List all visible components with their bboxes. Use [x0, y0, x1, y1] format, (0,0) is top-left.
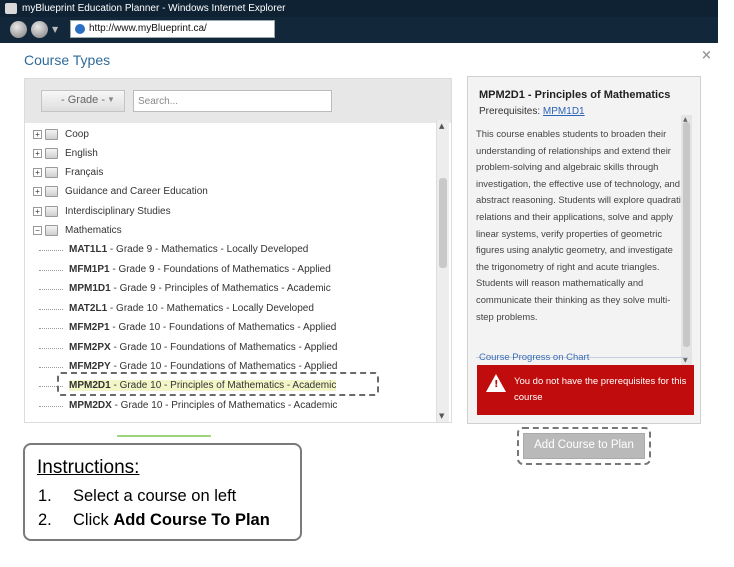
- instructions-title: Instructions:: [37, 457, 140, 478]
- address-bar: ▼ http://www.myBlueprint.ca/: [0, 17, 718, 43]
- instructions-callout: Instructions: 1. Select a course on left …: [23, 443, 302, 541]
- course-code: MPM2DX: [69, 400, 112, 411]
- course-code: MFM2PX: [69, 342, 111, 353]
- step-emphasis: Add Course To Plan: [113, 511, 270, 529]
- course-description: This course enables students to broaden …: [476, 128, 686, 322]
- course-tree: + Coop + English + Français + Guidance a…: [25, 123, 437, 423]
- url-field[interactable]: http://www.myBlueprint.ca/: [70, 20, 275, 38]
- course-code: MFM1P1: [69, 264, 110, 275]
- course-desc: - Grade 9 - Foundations of Mathematics -…: [109, 264, 331, 275]
- folder-icon: [45, 148, 58, 159]
- forward-icon[interactable]: [31, 21, 48, 38]
- course-code: MPM1D1: [69, 283, 111, 294]
- course-code: MFM2PY: [69, 361, 111, 372]
- close-icon[interactable]: ×: [701, 48, 712, 63]
- prerequisite-link[interactable]: MPM1D1: [543, 106, 585, 117]
- folder-icon: [45, 167, 58, 178]
- course-desc: - Grade 10 - Foundations of Mathematics …: [110, 342, 338, 353]
- expand-icon[interactable]: +: [33, 168, 42, 177]
- expand-icon[interactable]: +: [33, 207, 42, 216]
- open-folder-icon: [45, 225, 58, 236]
- course-code: MAT2L1: [69, 303, 108, 314]
- ie-icon: [75, 24, 85, 34]
- chevron-down-icon[interactable]: ▼: [52, 25, 58, 34]
- add-button-highlight-frame: Add Course to Plan: [517, 427, 651, 465]
- page-title: Course Types: [24, 52, 111, 68]
- green-accent-line: [117, 435, 211, 437]
- alert-message: You do not have the prerequisites for th…: [514, 376, 687, 403]
- expand-icon[interactable]: +: [33, 130, 42, 139]
- folder-icon: [45, 129, 58, 140]
- scroll-down-icon[interactable]: ▼: [683, 357, 688, 364]
- prerequisites-label: Prerequisites:: [479, 106, 543, 117]
- scroll-thumb[interactable]: [683, 122, 690, 347]
- course-desc: - Grade 10 - Foundations of Mathematics …: [109, 322, 337, 333]
- back-icon[interactable]: [10, 21, 27, 38]
- grade-dropdown-label: - Grade -: [61, 94, 106, 106]
- tree-category-label: Guidance and Career Education: [65, 186, 208, 197]
- scroll-down-icon[interactable]: ▼: [439, 412, 444, 420]
- prerequisite-alert: ! You do not have the prerequisites for …: [477, 365, 694, 415]
- course-code: MFM2P1: [69, 322, 110, 333]
- course-desc: - Grade 10 - Mathematics - Locally Devel…: [107, 303, 314, 314]
- course-detail-panel: MPM2D1 - Principles of Mathematics Prere…: [467, 76, 701, 424]
- warning-icon: !: [486, 374, 506, 392]
- course-title: MPM2D1 - Principles of Mathematics: [479, 89, 671, 101]
- course-desc: - Grade 10 - Principles of Mathematics -…: [110, 380, 337, 391]
- folder-icon: [45, 186, 58, 197]
- instruction-step-2: 2. Click Add Course To Plan: [38, 511, 270, 530]
- prerequisites: Prerequisites: MPM1D1: [479, 106, 585, 117]
- course-code: MPM2D1: [69, 380, 111, 391]
- tree-category-label: Coop: [65, 129, 89, 140]
- tree-category-label: Interdisciplinary Studies: [65, 206, 171, 217]
- chevron-down-icon: ▼: [107, 95, 115, 104]
- course-tree-panel: - Grade - ▼ + Coop + English + Français …: [24, 78, 452, 423]
- window-title: myBlueprint Education Planner - Windows …: [22, 3, 286, 14]
- course-description-box: This course enables students to broaden …: [476, 123, 690, 345]
- course-desc: - Grade 9 - Mathematics - Locally Develo…: [107, 244, 309, 255]
- course-code: MAT1L1: [69, 244, 108, 255]
- scroll-thumb[interactable]: [439, 178, 447, 268]
- grade-dropdown[interactable]: - Grade - ▼: [41, 90, 125, 112]
- course-desc: - Grade 10 - Principles of Mathematics -…: [111, 400, 338, 411]
- app-icon: [5, 3, 17, 14]
- url-text: http://www.myBlueprint.ca/: [89, 23, 207, 34]
- course-progress-link[interactable]: Course Progress on Chart: [479, 352, 589, 363]
- filter-bar: - Grade - ▼: [25, 79, 451, 123]
- instruction-step-1: 1. Select a course on left: [38, 487, 236, 506]
- description-scrollbar[interactable]: ▲ ▼: [681, 115, 692, 365]
- expand-icon[interactable]: +: [33, 149, 42, 158]
- tree-category-label: Français: [65, 167, 104, 178]
- step-text: Select a course on left: [73, 487, 237, 505]
- collapse-icon[interactable]: −: [33, 226, 42, 235]
- window-title-bar: myBlueprint Education Planner - Windows …: [0, 0, 718, 17]
- add-course-button[interactable]: Add Course to Plan: [523, 433, 645, 459]
- course-desc: - Grade 10 - Foundations of Mathematics …: [110, 361, 338, 372]
- scroll-up-icon[interactable]: ▲: [439, 122, 444, 130]
- tree-category-label: Mathematics: [65, 225, 122, 236]
- expand-icon[interactable]: +: [33, 187, 42, 196]
- tree-category-label: English: [65, 148, 98, 159]
- step-number: 2.: [38, 511, 52, 529]
- folder-icon: [45, 206, 58, 217]
- tree-scrollbar[interactable]: ▲ ▼: [436, 120, 449, 422]
- step-number: 1.: [38, 487, 52, 505]
- step-text: Click: [73, 511, 114, 529]
- course-desc: - Grade 9 - Principles of Mathematics - …: [110, 283, 331, 294]
- search-input[interactable]: [133, 90, 332, 112]
